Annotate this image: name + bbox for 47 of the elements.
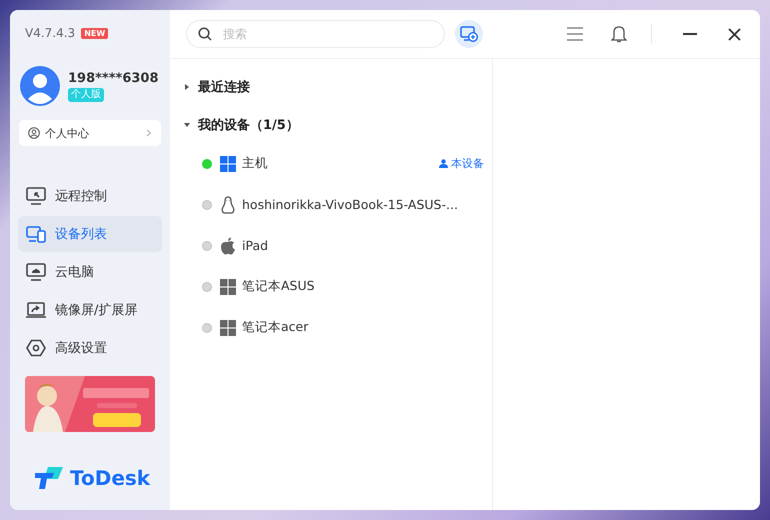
bell-icon <box>611 25 627 43</box>
nav-item[interactable]: 云电脑 <box>18 254 162 290</box>
monitor-plus-icon <box>460 26 478 42</box>
device-item[interactable]: hoshinorikka-VivoBook-15-ASUS-... <box>170 184 492 225</box>
device-item[interactable]: 主机 本设备 <box>170 143 492 184</box>
menu-icon <box>567 27 583 41</box>
user-icon <box>28 127 40 139</box>
windows-icon <box>220 156 236 172</box>
nav-item[interactable]: 远程控制 <box>18 178 162 214</box>
settings-icon <box>26 339 46 357</box>
device-name: 笔记本ASUS <box>242 278 316 295</box>
plan-badge: 个人版 <box>68 88 104 102</box>
devices-icon <box>26 225 46 243</box>
search-icon <box>198 27 212 41</box>
device-item[interactable]: 笔记本acer <box>170 307 492 348</box>
group-header[interactable]: 我的设备（1/5） <box>170 107 313 143</box>
logo-text: ToDesk <box>70 466 150 490</box>
nav-item[interactable]: 高级设置 <box>18 330 162 366</box>
chevron-icon <box>146 129 152 137</box>
search-field[interactable]: 搜索 <box>186 20 445 48</box>
avatar-icon <box>20 66 60 106</box>
version-text: V4.7.4.3 <box>25 26 76 40</box>
windows-icon <box>220 278 236 294</box>
nav-item[interactable]: 镜像屏/扩展屏 <box>18 292 162 328</box>
new-badge: NEW <box>81 28 108 38</box>
add-device-button[interactable] <box>455 20 483 48</box>
account-phone: 198****6308 <box>68 70 159 86</box>
share-screen-icon <box>26 301 46 319</box>
user-icon <box>439 159 448 168</box>
device-item[interactable]: 笔记本ASUS <box>170 266 492 307</box>
device-item[interactable]: iPad <box>170 225 492 266</box>
logo-icon <box>34 466 64 490</box>
this-device-text: 本设备 <box>451 156 484 171</box>
penguin-icon <box>220 196 236 214</box>
minimize-icon <box>683 33 697 35</box>
profile-link[interactable]: 个人中心 <box>19 120 161 146</box>
device-name: 主机 <box>242 155 269 172</box>
device-name: iPad <box>242 238 270 253</box>
apple-icon <box>220 236 236 254</box>
group-header[interactable]: 最近连接 <box>170 69 264 105</box>
device-name: 笔记本acer <box>242 319 310 336</box>
cloud-monitor-icon <box>26 263 46 281</box>
monitor-icon <box>26 187 46 205</box>
nav-item[interactable]: 设备列表 <box>18 216 162 252</box>
close-icon <box>728 28 740 40</box>
device-name: hoshinorikka-VivoBook-15-ASUS-... <box>242 197 459 212</box>
windows-icon <box>220 320 236 336</box>
